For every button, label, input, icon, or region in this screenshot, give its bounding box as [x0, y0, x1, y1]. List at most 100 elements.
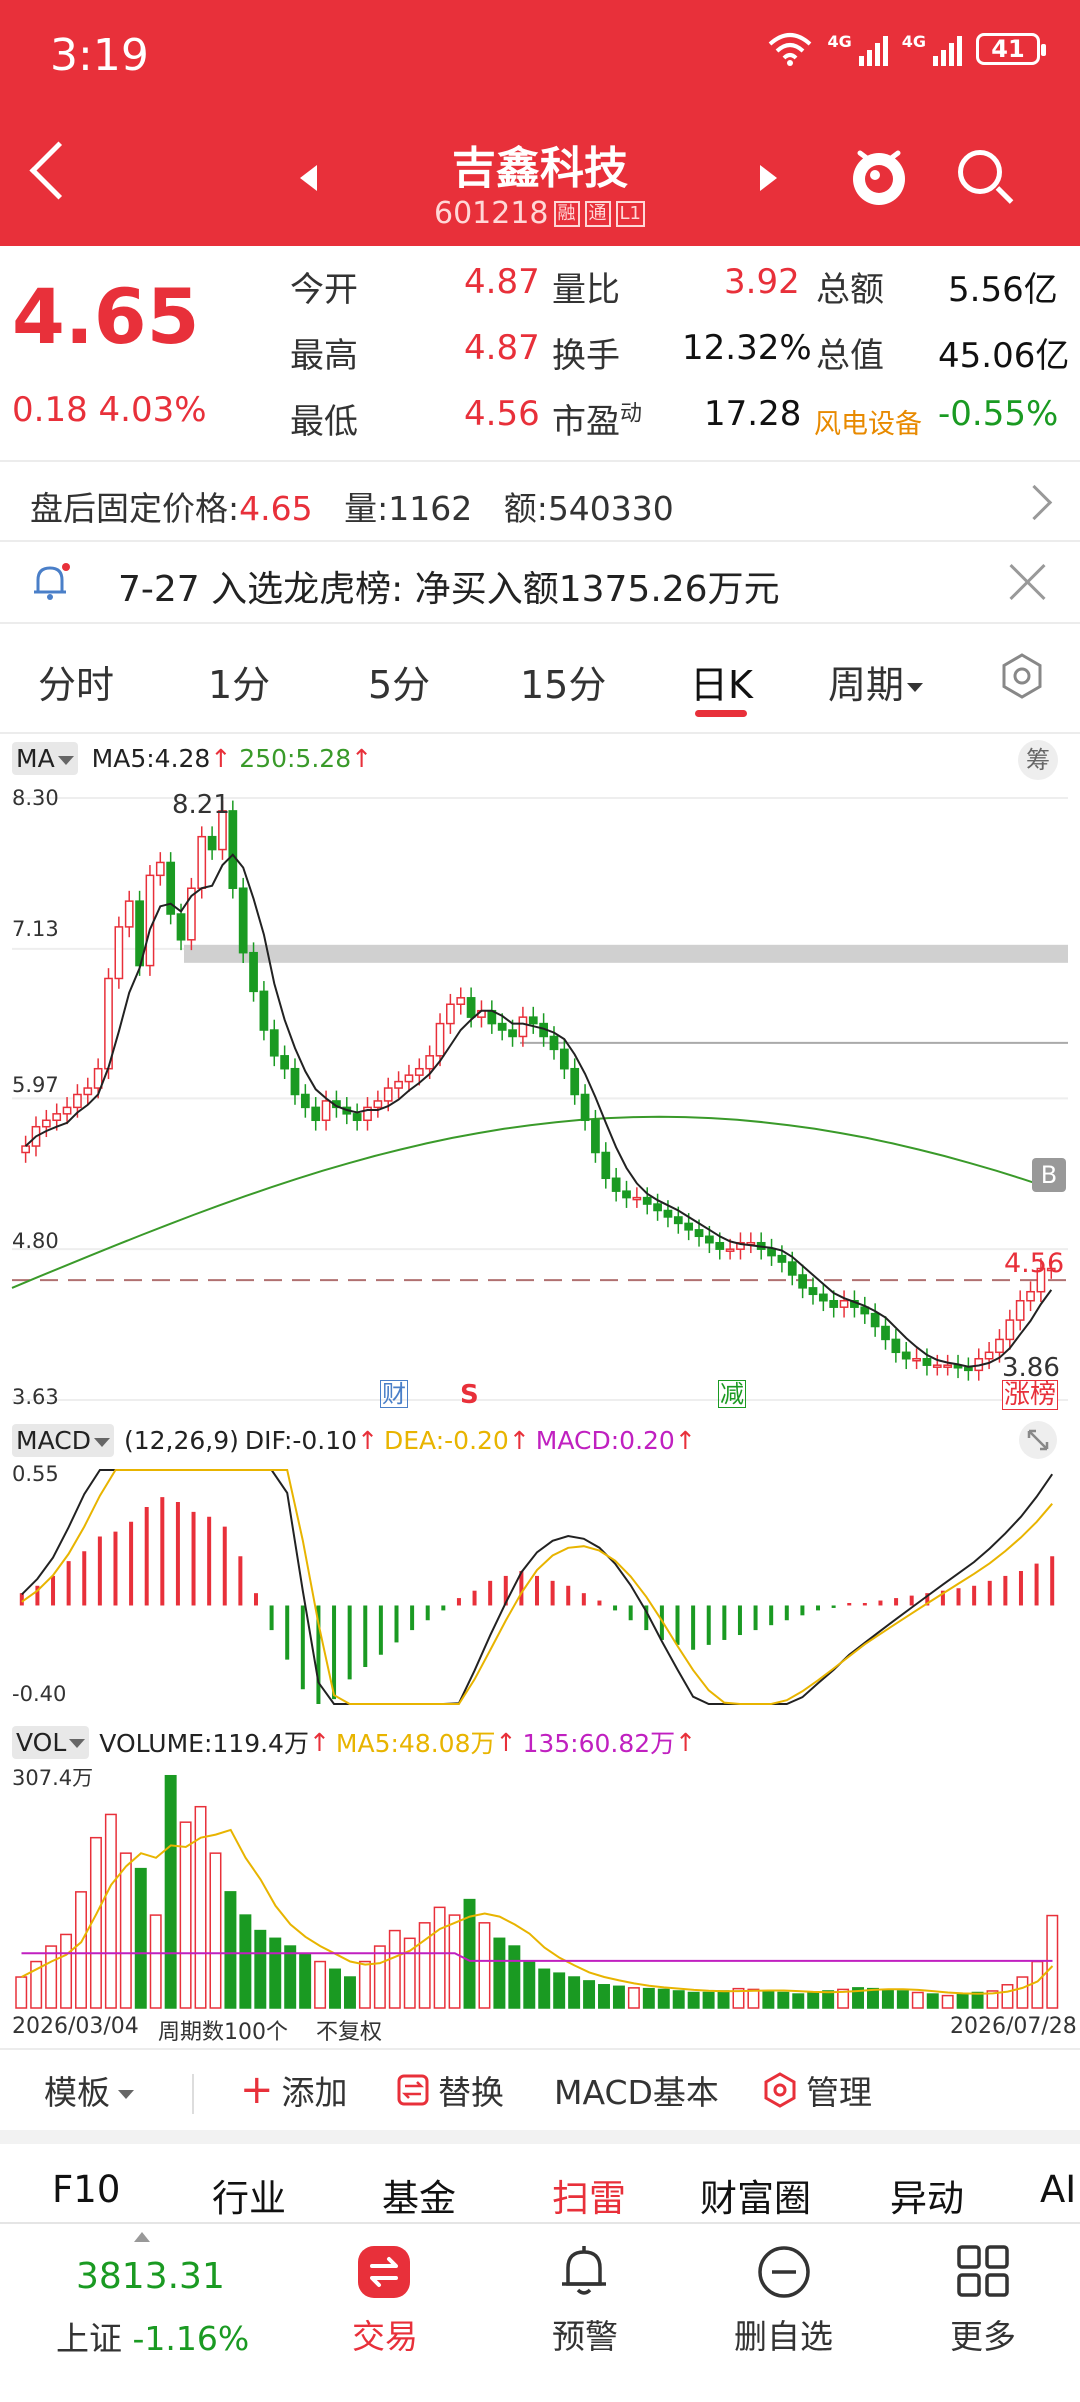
candle — [300, 1084, 310, 1118]
tab-1min[interactable]: 1分 — [208, 654, 270, 709]
settings-icon[interactable] — [998, 652, 1046, 700]
open-value: 4.87 — [464, 262, 540, 302]
chart-adjust-mode[interactable]: 不复权 — [316, 2014, 382, 2046]
indicator-select[interactable]: MA — [12, 742, 78, 775]
signal-icon: 4G — [902, 32, 962, 66]
candle-body — [290, 1067, 300, 1096]
candle — [580, 1084, 590, 1131]
volume-bar — [269, 1937, 282, 2009]
volume-ratio-label: 量比 — [552, 270, 620, 310]
candle — [839, 1290, 849, 1318]
tab-daily-k[interactable]: 日K — [690, 654, 753, 709]
nav-industry[interactable]: 行业 — [212, 2168, 286, 2222]
volume-bar — [672, 1990, 685, 2009]
nav-wealth-circle[interactable]: 财富圈 — [700, 2168, 811, 2222]
manage-button[interactable]: 管理 — [762, 2066, 872, 2114]
search-icon[interactable] — [958, 150, 1002, 194]
sector-label[interactable]: 风电设备 — [814, 402, 922, 441]
candle — [363, 1097, 372, 1131]
nav-movement[interactable]: 异动 — [890, 2168, 964, 2222]
candle — [238, 877, 248, 964]
add-indicator-button[interactable]: + 添加 — [240, 2066, 348, 2114]
macd-legend: MACD (12,26,9) DIF:-0.10 ↑ DEA:-0.20 ↑ MAC… — [12, 1424, 696, 1457]
nav-f10[interactable]: F10 — [52, 2168, 120, 2211]
volume-bar — [642, 1987, 655, 2009]
section-gap — [0, 2130, 1080, 2144]
volume-bar — [687, 1991, 700, 2009]
ma5-value: MA5:4.28 — [91, 744, 211, 773]
chevron-right-icon[interactable] — [1016, 484, 1053, 521]
alert-label[interactable]: 预警 — [552, 2310, 618, 2358]
index-name[interactable]: 上证 -1.16% — [56, 2312, 249, 2360]
rank-tag[interactable]: 涨榜 — [1002, 1380, 1059, 1410]
candle — [860, 1296, 870, 1324]
macd-select[interactable]: MACD — [12, 1424, 114, 1457]
price-change: 0.18 4.03% — [12, 390, 207, 430]
nav-ai[interactable]: AI — [1040, 2168, 1076, 2211]
assistant-icon[interactable] — [848, 143, 910, 209]
candle-body — [932, 1364, 942, 1368]
trade-icon[interactable] — [356, 2244, 412, 2300]
remove-favorite-label[interactable]: 删自选 — [734, 2310, 833, 2358]
candle-body — [207, 835, 217, 851]
more-grid-icon[interactable] — [956, 2244, 1010, 2298]
more-label[interactable]: 更多 — [950, 2310, 1016, 2358]
amount-label: 总额 — [816, 270, 884, 310]
volume-bar — [881, 1988, 894, 2009]
close-icon[interactable] — [1008, 562, 1048, 602]
reduce-marker[interactable]: 减 — [718, 1380, 746, 1408]
volume-bar — [657, 1988, 670, 2009]
nav-risk-scan[interactable]: 扫雷 — [552, 2168, 626, 2222]
macd-params: (12,26,9) — [123, 1426, 239, 1455]
vol-ma135: 135:60.82万 — [522, 1729, 676, 1758]
tab-period[interactable]: 周期 — [828, 654, 924, 709]
nav-fund[interactable]: 基金 — [382, 2168, 456, 2222]
vol-select[interactable]: VOL — [12, 1725, 90, 1759]
alert-bell-icon[interactable] — [556, 2242, 612, 2300]
index-change: -1.16% — [132, 2319, 250, 2358]
finance-marker[interactable]: 财 — [380, 1380, 408, 1408]
buy-marker[interactable]: B — [1032, 1158, 1066, 1192]
template-select[interactable]: 模板 — [44, 2066, 134, 2114]
price-axis-label: 5.97 — [12, 1073, 59, 1097]
volume-bar — [60, 1933, 73, 2009]
tab-timeshare[interactable]: 分时 — [38, 654, 114, 709]
candle-body — [456, 997, 466, 1006]
macd-chart[interactable] — [0, 1460, 1080, 1714]
status-icons: 4G 4G 41 — [767, 32, 1046, 66]
chip-distribution-button[interactable]: 筹 — [1018, 740, 1058, 780]
candlestick-chart[interactable] — [0, 786, 1080, 1412]
after-hours-amt: 540330 — [547, 489, 674, 528]
remove-favorite-icon[interactable] — [756, 2244, 812, 2300]
macd-basic-button[interactable]: MACD基本 — [554, 2066, 719, 2114]
turnover-label: 换手 — [552, 336, 620, 376]
swap-icon — [397, 2074, 429, 2106]
pe-value: 17.28 — [704, 394, 802, 434]
candle — [259, 981, 269, 1041]
last-price-label: 4.56 — [1004, 1248, 1065, 1279]
candle — [83, 1077, 93, 1105]
volume-bar — [284, 1945, 297, 2009]
volume-bar — [612, 1985, 625, 2009]
index-value[interactable]: 3813.31 — [76, 2256, 225, 2297]
replace-indicator-button[interactable]: 替换 — [396, 2066, 504, 2114]
after-hours-row[interactable]: 盘后固定价格:4.65 量:1162 额:540330 — [30, 482, 674, 530]
expand-icon[interactable] — [1018, 1420, 1058, 1460]
volume-chart[interactable] — [0, 1760, 1080, 2012]
candle-body — [280, 1055, 290, 1070]
volume-bar — [224, 1891, 237, 2009]
candle — [446, 993, 455, 1034]
candle-body — [300, 1093, 310, 1109]
trade-label[interactable]: 交易 — [352, 2310, 418, 2358]
volume-bar — [45, 1945, 58, 2009]
tab-15min[interactable]: 15分 — [520, 654, 606, 709]
sell-marker[interactable]: S — [460, 1380, 479, 1410]
volume-bar — [149, 1914, 162, 2009]
tab-5min[interactable]: 5分 — [368, 654, 430, 709]
dragon-tiger-notice[interactable]: 7-27 入选龙虎榜: 净买入额1375.26万元 — [118, 560, 780, 612]
candle — [601, 1142, 611, 1189]
caret-up-icon — [134, 2232, 150, 2242]
volume-bar — [762, 1990, 775, 2009]
candle-body — [964, 1367, 973, 1372]
candle — [611, 1167, 621, 1202]
